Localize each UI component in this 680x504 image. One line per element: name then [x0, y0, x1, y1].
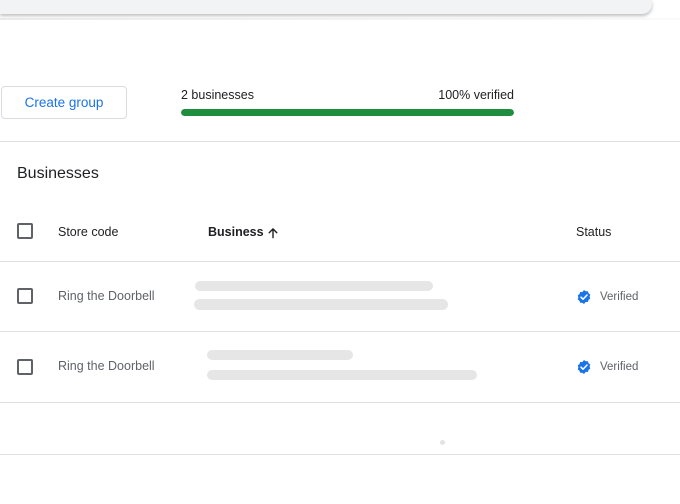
section-title: Businesses [17, 165, 99, 182]
header-shadow [0, 18, 680, 20]
store-code-cell: Ring the Doorbell [58, 289, 155, 303]
create-group-button[interactable]: Create group [1, 86, 127, 119]
store-code-cell: Ring the Doorbell [58, 359, 155, 373]
status-cell: Verified [576, 359, 638, 375]
row-checkbox[interactable] [17, 288, 33, 304]
select-all-checkbox[interactable] [17, 223, 33, 239]
status-text: Verified [600, 361, 639, 373]
verification-summary: 2 businesses 100% verified [181, 88, 514, 116]
business-count: 2 businesses [181, 88, 254, 102]
verified-check-icon [577, 360, 591, 374]
column-header-store-code[interactable]: Store code [58, 225, 118, 239]
column-header-status: Status [576, 225, 612, 239]
verified-percentage: 100% verified [438, 88, 514, 102]
verified-check-icon [577, 290, 591, 304]
divider [0, 261, 680, 262]
row-checkbox[interactable] [17, 359, 33, 375]
redacted-business-name [207, 350, 353, 360]
redacted-business-address [194, 299, 448, 310]
arrow-up-icon[interactable] [266, 226, 280, 240]
divider [0, 141, 680, 142]
status-cell: Verified [576, 289, 638, 305]
verification-progress-fill [181, 109, 514, 116]
redacted-business-name [195, 281, 433, 291]
scroll-indicator-dot [440, 440, 445, 445]
divider [0, 331, 680, 332]
divider [0, 454, 680, 455]
redacted-business-address [207, 370, 477, 380]
top-search-bar [0, 0, 652, 14]
verification-progress-bar [181, 109, 514, 116]
column-header-business[interactable]: Business [208, 225, 264, 239]
status-text: Verified [600, 291, 639, 303]
divider [0, 402, 680, 403]
